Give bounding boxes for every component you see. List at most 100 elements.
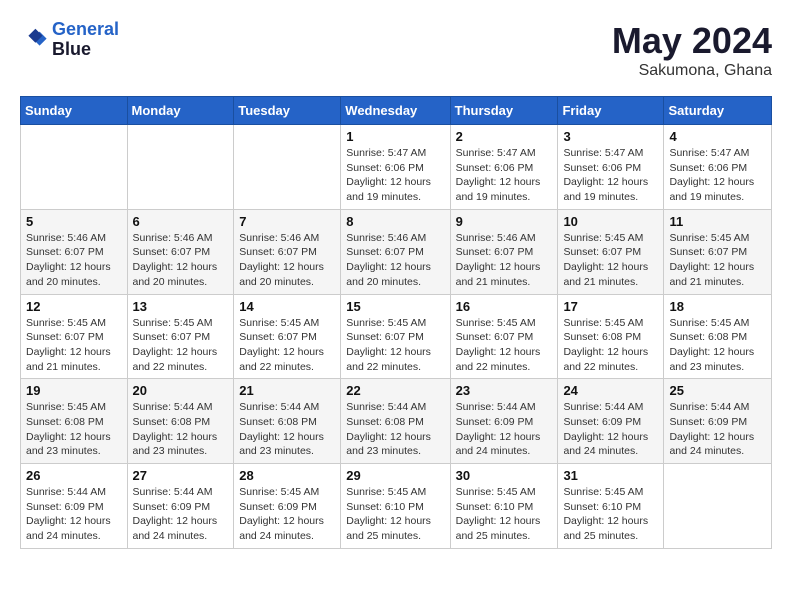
day-info: Sunrise: 5:46 AM Sunset: 6:07 PM Dayligh… (133, 231, 229, 290)
day-number: 30 (456, 468, 553, 483)
day-number: 28 (239, 468, 335, 483)
day-info: Sunrise: 5:44 AM Sunset: 6:09 PM Dayligh… (669, 400, 766, 459)
day-info: Sunrise: 5:47 AM Sunset: 6:06 PM Dayligh… (563, 146, 658, 205)
day-info: Sunrise: 5:45 AM Sunset: 6:07 PM Dayligh… (346, 316, 444, 375)
day-number: 16 (456, 299, 553, 314)
calendar-cell: 10 Sunrise: 5:45 AM Sunset: 6:07 PM Dayli… (558, 209, 664, 294)
calendar-cell: 16Sunrise: 5:45 AM Sunset: 6:07 PM Dayli… (450, 294, 558, 379)
header-friday: Friday (558, 97, 664, 125)
calendar-cell: 11 Sunrise: 5:45 AM Sunset: 6:07 PM Dayli… (664, 209, 772, 294)
day-number: 11 (669, 214, 766, 229)
calendar-cell: 14Sunrise: 5:45 AM Sunset: 6:07 PM Dayli… (234, 294, 341, 379)
day-number: 6 (133, 214, 229, 229)
day-number: 15 (346, 299, 444, 314)
calendar-cell (127, 125, 234, 210)
calendar-cell: 20Sunrise: 5:44 AM Sunset: 6:08 PM Dayli… (127, 379, 234, 464)
calendar-cell: 27 Sunrise: 5:44 AM Sunset: 6:09 PM Dayli… (127, 464, 234, 549)
day-info: Sunrise: 5:44 AM Sunset: 6:09 PM Dayligh… (456, 400, 553, 459)
header-sunday: Sunday (21, 97, 128, 125)
calendar-cell: 3 Sunrise: 5:47 AM Sunset: 6:06 PM Daylig… (558, 125, 664, 210)
day-number: 8 (346, 214, 444, 229)
calendar-cell (21, 125, 128, 210)
day-info: Sunrise: 5:45 AM Sunset: 6:10 PM Dayligh… (563, 485, 658, 544)
calendar-table: Sunday Monday Tuesday Wednesday Thursday… (20, 96, 772, 549)
day-number: 10 (563, 214, 658, 229)
header-saturday: Saturday (664, 97, 772, 125)
calendar-cell: 13 Sunrise: 5:45 AM Sunset: 6:07 PM Dayli… (127, 294, 234, 379)
day-number: 25 (669, 383, 766, 398)
calendar-week-row: 26 Sunrise: 5:44 AM Sunset: 6:09 PM Dayli… (21, 464, 772, 549)
header-wednesday: Wednesday (341, 97, 450, 125)
day-number: 19 (26, 383, 122, 398)
day-info: Sunrise: 5:45 AM Sunset: 6:08 PM Dayligh… (669, 316, 766, 375)
day-info: Sunrise: 5:45 AM Sunset: 6:08 PM Dayligh… (26, 400, 122, 459)
day-info: Sunrise: 5:47 AM Sunset: 6:06 PM Dayligh… (669, 146, 766, 205)
day-number: 18 (669, 299, 766, 314)
day-number: 31 (563, 468, 658, 483)
day-info: Sunrise: 5:44 AM Sunset: 6:09 PM Dayligh… (563, 400, 658, 459)
calendar-cell: 21Sunrise: 5:44 AM Sunset: 6:08 PM Dayli… (234, 379, 341, 464)
day-number: 7 (239, 214, 335, 229)
day-info: Sunrise: 5:45 AM Sunset: 6:07 PM Dayligh… (133, 316, 229, 375)
day-info: Sunrise: 5:45 AM Sunset: 6:09 PM Dayligh… (239, 485, 335, 544)
day-info: Sunrise: 5:47 AM Sunset: 6:06 PM Dayligh… (456, 146, 553, 205)
calendar-week-row: 5 Sunrise: 5:46 AM Sunset: 6:07 PM Daylig… (21, 209, 772, 294)
calendar-cell: 9Sunrise: 5:46 AM Sunset: 6:07 PM Daylig… (450, 209, 558, 294)
day-number: 13 (133, 299, 229, 314)
calendar-cell: 5 Sunrise: 5:46 AM Sunset: 6:07 PM Daylig… (21, 209, 128, 294)
logo-text: General Blue (52, 20, 119, 60)
calendar-week-row: 19 Sunrise: 5:45 AM Sunset: 6:08 PM Dayli… (21, 379, 772, 464)
calendar-cell: 22 Sunrise: 5:44 AM Sunset: 6:08 PM Dayli… (341, 379, 450, 464)
calendar-cell: 19 Sunrise: 5:45 AM Sunset: 6:08 PM Dayli… (21, 379, 128, 464)
calendar-cell: 28 Sunrise: 5:45 AM Sunset: 6:09 PM Dayli… (234, 464, 341, 549)
day-number: 12 (26, 299, 122, 314)
title-block: May 2024 Sakumona, Ghana (612, 20, 772, 80)
calendar-week-row: 12 Sunrise: 5:45 AM Sunset: 6:07 PM Dayli… (21, 294, 772, 379)
day-number: 21 (239, 383, 335, 398)
calendar-cell: 1Sunrise: 5:47 AM Sunset: 6:06 PM Daylig… (341, 125, 450, 210)
month-year-title: May 2024 (612, 20, 772, 62)
calendar-cell: 17 Sunrise: 5:45 AM Sunset: 6:08 PM Dayli… (558, 294, 664, 379)
day-number: 3 (563, 129, 658, 144)
calendar-cell: 7 Sunrise: 5:46 AM Sunset: 6:07 PM Daylig… (234, 209, 341, 294)
day-info: Sunrise: 5:45 AM Sunset: 6:07 PM Dayligh… (239, 316, 335, 375)
calendar-cell: 12Sunrise: 5:45 AM Sunset: 6:07 PM Dayli… (21, 294, 128, 379)
day-number: 9 (456, 214, 553, 229)
day-info: Sunrise: 5:44 AM Sunset: 6:09 PM Dayligh… (26, 485, 122, 544)
day-number: 24 (563, 383, 658, 398)
calendar-cell: 31 Sunrise: 5:45 AM Sunset: 6:10 PM Dayli… (558, 464, 664, 549)
day-number: 22 (346, 383, 444, 398)
calendar-cell: 24 Sunrise: 5:44 AM Sunset: 6:09 PM Dayli… (558, 379, 664, 464)
calendar-cell: 15 Sunrise: 5:45 AM Sunset: 6:07 PM Dayli… (341, 294, 450, 379)
calendar-cell: 2Sunrise: 5:47 AM Sunset: 6:06 PM Daylig… (450, 125, 558, 210)
logo: General Blue (20, 20, 119, 60)
calendar-cell (234, 125, 341, 210)
day-info: Sunrise: 5:45 AM Sunset: 6:10 PM Dayligh… (456, 485, 553, 544)
header-thursday: Thursday (450, 97, 558, 125)
calendar-cell: 6 Sunrise: 5:46 AM Sunset: 6:07 PM Daylig… (127, 209, 234, 294)
day-info: Sunrise: 5:45 AM Sunset: 6:08 PM Dayligh… (563, 316, 658, 375)
day-info: Sunrise: 5:44 AM Sunset: 6:09 PM Dayligh… (133, 485, 229, 544)
day-info: Sunrise: 5:46 AM Sunset: 6:07 PM Dayligh… (26, 231, 122, 290)
calendar-cell: 26 Sunrise: 5:44 AM Sunset: 6:09 PM Dayli… (21, 464, 128, 549)
calendar-cell: 30 Sunrise: 5:45 AM Sunset: 6:10 PM Dayli… (450, 464, 558, 549)
day-info: Sunrise: 5:45 AM Sunset: 6:07 PM Dayligh… (669, 231, 766, 290)
calendar-cell: 25 Sunrise: 5:44 AM Sunset: 6:09 PM Dayli… (664, 379, 772, 464)
day-info: Sunrise: 5:46 AM Sunset: 6:07 PM Dayligh… (346, 231, 444, 290)
day-info: Sunrise: 5:47 AM Sunset: 6:06 PM Dayligh… (346, 146, 444, 205)
day-info: Sunrise: 5:46 AM Sunset: 6:07 PM Dayligh… (239, 231, 335, 290)
day-number: 26 (26, 468, 122, 483)
calendar-cell: 23Sunrise: 5:44 AM Sunset: 6:09 PM Dayli… (450, 379, 558, 464)
day-number: 17 (563, 299, 658, 314)
day-info: Sunrise: 5:44 AM Sunset: 6:08 PM Dayligh… (346, 400, 444, 459)
day-info: Sunrise: 5:45 AM Sunset: 6:07 PM Dayligh… (563, 231, 658, 290)
day-number: 27 (133, 468, 229, 483)
calendar-cell: 8 Sunrise: 5:46 AM Sunset: 6:07 PM Daylig… (341, 209, 450, 294)
calendar-cell: 18 Sunrise: 5:45 AM Sunset: 6:08 PM Dayli… (664, 294, 772, 379)
header-monday: Monday (127, 97, 234, 125)
calendar-cell: 4Sunrise: 5:47 AM Sunset: 6:06 PM Daylig… (664, 125, 772, 210)
day-number: 29 (346, 468, 444, 483)
day-info: Sunrise: 5:44 AM Sunset: 6:08 PM Dayligh… (133, 400, 229, 459)
calendar-header-row: Sunday Monday Tuesday Wednesday Thursday… (21, 97, 772, 125)
day-number: 5 (26, 214, 122, 229)
